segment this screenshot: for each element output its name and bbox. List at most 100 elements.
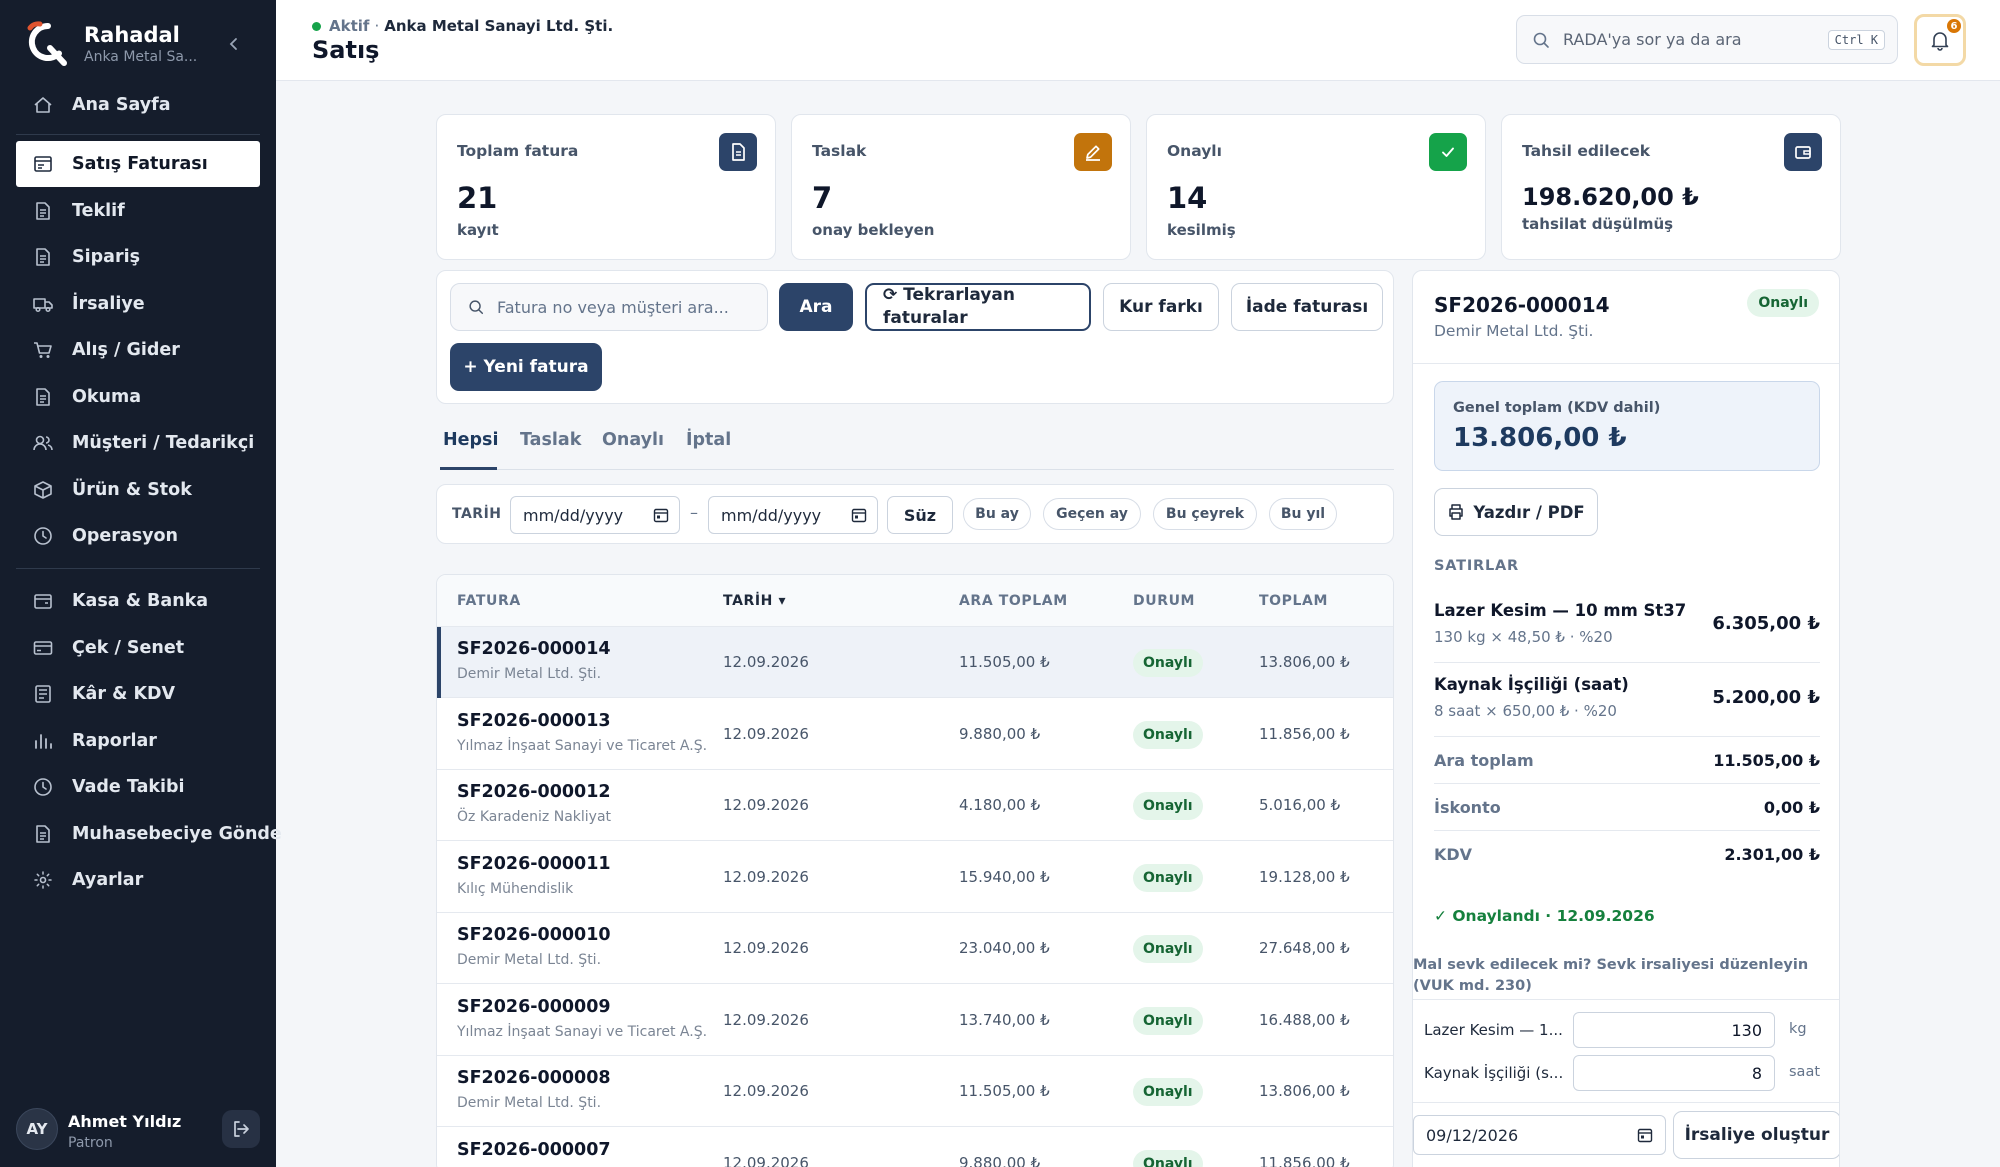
- sidebar-item-11[interactable]: Kasa & Banka: [16, 578, 260, 624]
- column-header-2[interactable]: TARİH ▾: [723, 593, 786, 609]
- create-waybill-button[interactable]: İrsaliye oluştur: [1673, 1111, 1839, 1159]
- fx-difference-button[interactable]: Kur farkı: [1103, 283, 1219, 331]
- invoice-customer: Demir Metal Ltd. Şti.: [457, 1095, 602, 1111]
- sidebar-item-label: Çek / Senet: [72, 637, 185, 658]
- logout-button[interactable]: [222, 1110, 260, 1148]
- return-invoice-button[interactable]: İade faturası: [1231, 283, 1383, 331]
- invoice-customer: Kılıç Mühendislik: [457, 880, 574, 897]
- brand[interactable]: Rahadal Anka Metal Sa...: [24, 20, 197, 68]
- sidebar-item-13[interactable]: Kâr & KDV: [16, 671, 260, 717]
- sidebar-item-6[interactable]: Alış / Gider: [16, 327, 260, 373]
- new-invoice-button[interactable]: + Yeni fatura: [450, 343, 602, 391]
- card-icon: [32, 637, 54, 659]
- invoice-date: 12.09.2026: [723, 724, 809, 743]
- sidebar-item-15[interactable]: Vade Takibi: [16, 764, 260, 810]
- table-row[interactable]: SF2026-000014 Demir Metal Ltd. Şti. 12.0…: [437, 627, 1393, 698]
- invoice-date: 12.09.2026: [723, 1082, 809, 1100]
- nav-divider: [16, 134, 260, 135]
- invoice-total: 5.016,00 ₺: [1259, 796, 1341, 814]
- sidebar-item-label: Muhasebeciye Gönde: [72, 823, 282, 844]
- end-date-input[interactable]: mm/dd/yyyy: [708, 496, 878, 534]
- column-header-4: DURUM: [1133, 593, 1196, 609]
- stat-value: 14: [1167, 181, 1208, 215]
- home-icon: [34, 97, 52, 113]
- shipment-quantity-input[interactable]: [1573, 1012, 1775, 1048]
- table-row[interactable]: SF2026-000007 12.09.2026 9.880,00 ₺ Onay…: [437, 1127, 1393, 1167]
- apply-filter-button[interactable]: Süz: [887, 496, 953, 534]
- tab-4[interactable]: İptal: [686, 430, 731, 450]
- shipment-quantity-input[interactable]: [1573, 1055, 1775, 1091]
- stat-subtitle: kesilmiş: [1167, 221, 1236, 239]
- tab-1[interactable]: Hepsi: [443, 430, 498, 450]
- sidebar-item-1[interactable]: Ana Sayfa: [16, 82, 260, 128]
- sidebar-item-label: Müşteri / Tedarikçi: [72, 433, 255, 453]
- sidebar-item-9[interactable]: Ürün & Stok: [16, 467, 260, 513]
- sidebar-item-10[interactable]: Operasyon: [16, 513, 260, 559]
- calendar-icon: [1637, 1128, 1653, 1143]
- sidebar-item-12[interactable]: Çek / Senet: [16, 625, 260, 671]
- tab-3[interactable]: Onaylı: [602, 430, 664, 450]
- cashbox-icon: [32, 590, 54, 612]
- table-row[interactable]: SF2026-000012 Öz Karadeniz Nakliyat 12.0…: [437, 770, 1393, 841]
- table-row[interactable]: SF2026-000010 Demir Metal Ltd. Şti. 12.0…: [437, 913, 1393, 984]
- table-row[interactable]: SF2026-000013 Yılmaz İnşaat Sanayi ve Ti…: [437, 698, 1393, 770]
- tab-2[interactable]: Taslak: [520, 430, 581, 450]
- sidebar-item-2[interactable]: Satış Faturası: [16, 141, 260, 187]
- recurring-invoices-button[interactable]: ⟳ Tekrarlayan faturalar: [865, 283, 1091, 331]
- stat-icon-badge: [1784, 133, 1822, 171]
- top-header: Aktif · Anka Metal Sanayi Ltd. Şti. Satı…: [276, 0, 2000, 81]
- table-row[interactable]: SF2026-000009 Yılmaz İnşaat Sanayi ve Ti…: [437, 984, 1393, 1056]
- sidebar-item-label: Operasyon: [72, 526, 179, 546]
- global-search-input[interactable]: [1563, 30, 1803, 49]
- shipment-date-input[interactable]: 09/12/2026: [1413, 1115, 1666, 1155]
- sidebar-item-16[interactable]: Muhasebeciye Gönde: [16, 811, 282, 857]
- sidebar-item-label: Teklif: [72, 200, 125, 221]
- global-search[interactable]: Ctrl K: [1516, 15, 1898, 64]
- invoice-total: 16.488,00 ₺: [1259, 1010, 1350, 1029]
- sidebar-item-17[interactable]: Ayarlar: [16, 857, 260, 903]
- breadcrumb: Aktif · Anka Metal Sanayi Ltd. Şti.: [312, 17, 613, 35]
- sun-gear-icon: [32, 869, 54, 891]
- sidebar-item-5[interactable]: İrsaliye: [16, 281, 260, 327]
- stat-label: Tahsil edilecek: [1522, 142, 1651, 160]
- sidebar-item-14[interactable]: Raporlar: [16, 718, 260, 764]
- summary-label: İskonto: [1434, 798, 1501, 817]
- table-row[interactable]: SF2026-000011 Kılıç Mühendislik 12.09.20…: [437, 841, 1393, 913]
- table-row[interactable]: SF2026-000008 Demir Metal Ltd. Şti. 12.0…: [437, 1056, 1393, 1127]
- quick-date-chip[interactable]: Bu ay: [963, 498, 1031, 530]
- quick-date-chip[interactable]: Bu yıl: [1269, 498, 1337, 530]
- sidebar-item-8[interactable]: Müşteri / Tedarikçi: [16, 420, 260, 466]
- rahadal-logo-icon: [27, 21, 67, 66]
- invoice-date: 12.09.2026: [723, 867, 809, 886]
- stat-subtitle: kayıt: [457, 221, 499, 239]
- quick-date-chip[interactable]: Geçen ay: [1043, 498, 1141, 530]
- invoice-number: SF2026-000012: [457, 782, 611, 802]
- shipment-unit: kg: [1789, 1021, 1807, 1037]
- truck-icon: [32, 293, 54, 315]
- print-pdf-label: Yazdır / PDF: [1473, 502, 1585, 522]
- summary-row: İskonto 0,00 ₺: [1434, 784, 1820, 831]
- quick-date-chip[interactable]: Bu çeyrek: [1153, 498, 1257, 530]
- invoice-date: 12.09.2026: [723, 1010, 809, 1029]
- status-tabs: Hepsi Taslak Onaylı İptal: [440, 426, 1394, 470]
- sidebar-item-4[interactable]: Sipariş: [16, 234, 260, 280]
- document-icon: [36, 248, 50, 266]
- user-name: Ahmet Yıldız: [68, 1112, 182, 1131]
- grand-total-box: Genel toplam (KDV dahil) 13.806,00 ₺: [1434, 381, 1820, 471]
- sidebar-item-7[interactable]: Okuma: [16, 374, 260, 420]
- invoice-search-input[interactable]: [497, 297, 757, 317]
- search-button[interactable]: Ara: [779, 283, 853, 331]
- user-profile[interactable]: AY Ahmet Yıldız Patron: [16, 1108, 260, 1152]
- brand-company: Anka Metal Sa...: [84, 49, 198, 65]
- sidebar-item-3[interactable]: Teklif: [16, 188, 260, 234]
- invoice-search[interactable]: [450, 283, 768, 331]
- print-pdf-button[interactable]: Yazdır / PDF: [1434, 488, 1598, 536]
- start-date-input[interactable]: mm/dd/yyyy: [510, 496, 680, 534]
- stat-card-1: Toplam fatura 21 kayıt: [436, 114, 776, 260]
- divider: [1413, 363, 1839, 364]
- invoice-number: SF2026-000011: [457, 853, 611, 874]
- grand-total-label: Genel toplam (KDV dahil): [1453, 400, 1661, 416]
- collapse-sidebar-button[interactable]: [224, 34, 244, 54]
- sidebar-nav: Ana Sayfa Satış Faturası Teklif Sipariş İrsa…: [16, 82, 282, 904]
- notifications-button[interactable]: 6: [1914, 14, 1966, 66]
